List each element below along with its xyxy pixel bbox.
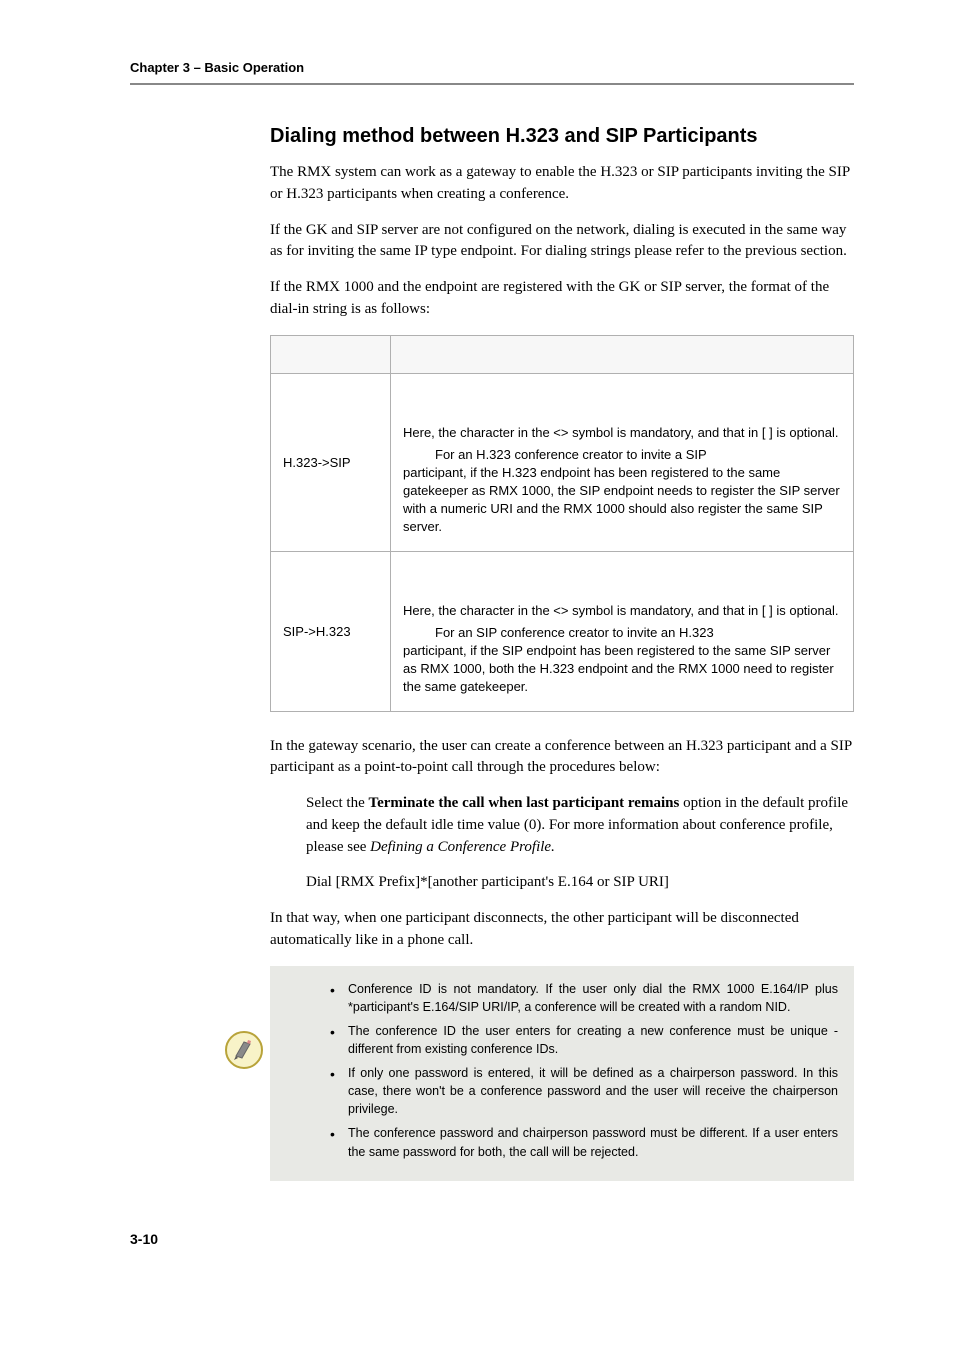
note-item: The conference ID the user enters for cr… [330,1022,838,1058]
chapter-header: Chapter 3 – Basic Operation [130,60,854,75]
table-cell-left: SIP->H.323 [271,551,391,711]
note-icon [224,1030,264,1070]
cell-rest: participant, if the H.323 endpoint has b… [403,465,840,535]
table-header-cell [391,335,854,373]
gateway-para: In the gateway scenario, the user can cr… [270,736,854,780]
cell-text: Here, the character in the <> symbol is … [403,424,841,442]
note-box: Conference ID is not mandatory. If the u… [270,966,854,1181]
table-cell-left: H.323->SIP [271,373,391,551]
note-item: If only one password is entered, it will… [330,1064,838,1118]
cell-rest: participant, if the SIP endpoint has bee… [403,643,834,694]
divider [130,83,854,85]
note-item: Conference ID is not mandatory. If the u… [330,980,838,1016]
step1-italic: Defining a Conference Profile. [370,839,555,855]
cell-text: Here, the character in the <> symbol is … [403,602,841,620]
intro-para-3: If the RMX 1000 and the endpoint are reg… [270,277,854,321]
note-item: The conference password and chairperson … [330,1124,838,1160]
step1-prefix: Select the [306,795,368,811]
cell-indent: For an SIP conference creator to invite … [403,624,841,642]
dialing-table: H.323->SIP Here, the character in the <>… [270,335,854,712]
step-2: Dial [RMX Prefix]*[another participant's… [306,872,854,894]
table-header-row [271,335,854,373]
cell-indent: For an H.323 conference creator to invit… [403,446,841,464]
intro-para-1: The RMX system can work as a gateway to … [270,162,854,206]
table-header-cell [271,335,391,373]
closing-para: In that way, when one participant discon… [270,908,854,952]
table-row: SIP->H.323 Here, the character in the <>… [271,551,854,711]
cell-text: For an SIP conference creator to invite … [403,624,841,697]
intro-para-2: If the GK and SIP server are not configu… [270,220,854,264]
table-cell-right: Here, the character in the <> symbol is … [391,373,854,551]
cell-text: For an H.323 conference creator to invit… [403,446,841,537]
section-title: Dialing method between H.323 and SIP Par… [270,125,854,148]
step1-bold: Terminate the call when last participant… [368,795,679,811]
table-cell-right: Here, the character in the <> symbol is … [391,551,854,711]
step-1: Select the Terminate the call when last … [306,793,854,858]
table-row: H.323->SIP Here, the character in the <>… [271,373,854,551]
page-number: 3-10 [130,1231,854,1247]
